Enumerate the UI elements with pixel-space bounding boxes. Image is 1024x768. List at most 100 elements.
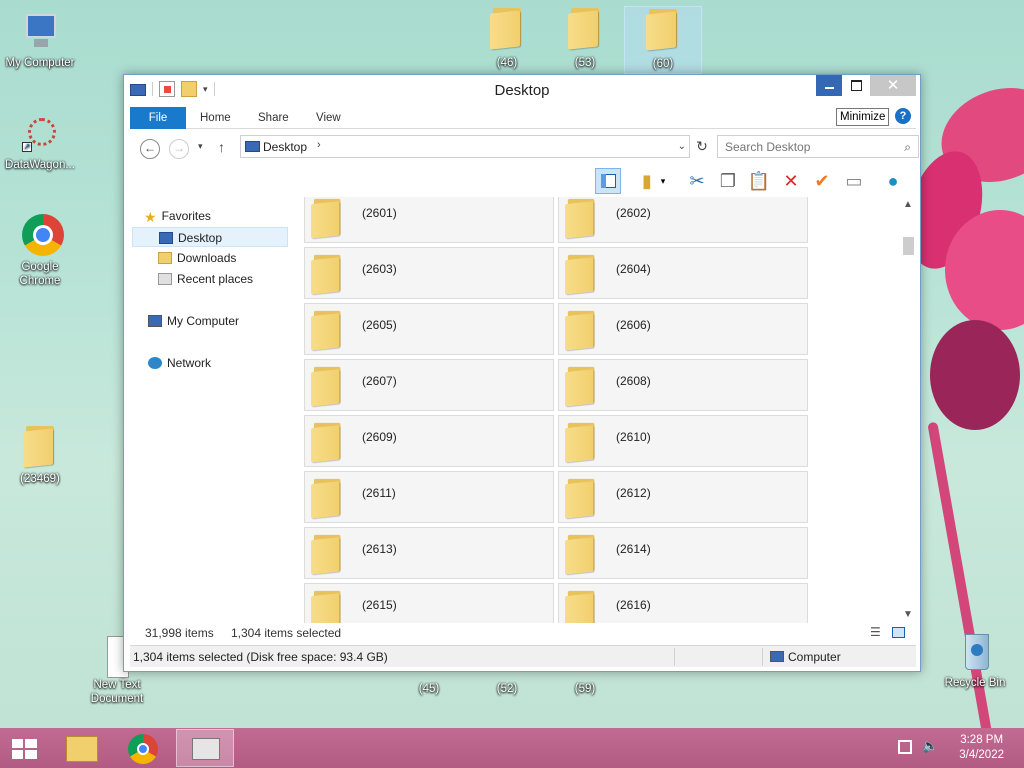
scroll-down-icon[interactable]: ▼ <box>900 607 916 623</box>
large-icons-view-icon[interactable] <box>892 627 905 638</box>
clock[interactable]: 3:28 PM 3/4/2022 <box>959 733 1004 763</box>
close-button[interactable]: ✕ <box>870 75 916 96</box>
item-count-bar: 31,998 items 1,304 items selected ☰ <box>130 623 916 643</box>
status-divider <box>674 648 675 666</box>
chrome-icon <box>18 214 64 258</box>
folder-label: (2601) <box>362 206 397 220</box>
folder-item[interactable]: (2610) <box>558 415 808 467</box>
desktop-icon-my-computer[interactable]: My Computer <box>0 10 80 70</box>
folder-item[interactable]: (2606) <box>558 303 808 355</box>
scroll-up-icon[interactable]: ▲ <box>900 197 916 213</box>
maximize-button[interactable] <box>843 75 869 96</box>
explorer-window: ▾ Desktop ✕ File Home Share View Minimiz… <box>123 74 921 672</box>
downloads-icon <box>158 252 172 264</box>
folder-icon <box>311 533 343 575</box>
folder-item[interactable]: (2603) <box>304 247 554 299</box>
status-detail: 1,304 items selected (Disk free space: 9… <box>133 650 388 664</box>
address-location[interactable]: Desktop <box>263 140 307 154</box>
toolbar: ▮ ▾ ✂ ❐ 📋 ✕ ✔ ▭ ● <box>130 165 916 195</box>
taskbar-chrome[interactable] <box>114 729 172 767</box>
folder-item[interactable]: (2607) <box>304 359 554 411</box>
folder-item[interactable]: (2615) <box>304 583 554 623</box>
rename-icon[interactable]: ▭ <box>841 168 867 194</box>
nav-desktop[interactable]: Desktop <box>132 227 288 247</box>
desktop-folder-23469[interactable]: (23469) <box>0 424 80 486</box>
folder-icon <box>565 421 597 463</box>
desktop-icon-datawagon[interactable]: ↗ DataWagon... <box>0 112 80 172</box>
volume-muted-icon[interactable]: 🔈 <box>922 738 938 754</box>
desktop-folder-46[interactable]: (46) <box>467 6 547 70</box>
nav-favorites[interactable]: ★ Favorites <box>144 206 302 226</box>
desktop-folder-53[interactable]: (53) <box>545 6 625 70</box>
move-dropdown-icon[interactable]: ▾ <box>656 168 670 194</box>
folder-item[interactable]: (2604) <box>558 247 808 299</box>
tab-view[interactable]: View <box>302 107 355 129</box>
paste-icon[interactable]: 📋 <box>746 168 772 194</box>
folder-label: (2609) <box>362 430 397 444</box>
folder-icon <box>646 7 680 51</box>
vertical-scrollbar[interactable]: ▲ ▼ <box>900 197 916 623</box>
details-view-icon[interactable]: ☰ <box>870 625 881 639</box>
clock-date: 3/4/2022 <box>959 749 1004 761</box>
forward-button[interactable]: → <box>169 139 189 159</box>
nav-recent-places[interactable]: Recent places <box>158 269 316 289</box>
recent-locations-icon[interactable]: ▾ <box>198 141 203 152</box>
help-icon[interactable]: ? <box>895 108 911 124</box>
minimize-button[interactable] <box>816 75 842 96</box>
folder-item[interactable]: (2616) <box>558 583 808 623</box>
folder-icon <box>565 477 597 519</box>
globe-icon[interactable]: ● <box>880 168 906 194</box>
back-button[interactable]: ← <box>140 139 160 159</box>
breadcrumb-chevron-icon[interactable]: › <box>317 139 321 151</box>
nav-network[interactable]: Network <box>148 353 306 373</box>
desktop-folder-59[interactable]: (59) <box>545 682 625 696</box>
search-input[interactable] <box>725 137 895 157</box>
preview-pane-icon[interactable] <box>595 168 621 194</box>
folder-item[interactable]: (2605) <box>304 303 554 355</box>
refresh-button[interactable]: ↻ <box>690 135 714 158</box>
address-dropdown-icon[interactable]: ⌄ <box>678 141 686 152</box>
folder-item[interactable]: (2602) <box>558 197 808 243</box>
taskbar-app[interactable] <box>176 729 234 767</box>
desktop-icon-google-chrome[interactable]: Google Chrome <box>0 214 80 288</box>
folder-item[interactable]: (2609) <box>304 415 554 467</box>
title-bar[interactable]: ▾ Desktop ✕ <box>124 75 920 105</box>
taskbar-file-explorer[interactable] <box>54 729 112 767</box>
search-icon[interactable]: ⌕ <box>904 140 911 155</box>
tab-share[interactable]: Share <box>244 107 303 129</box>
desktop-folder-45[interactable]: (45) <box>389 682 469 696</box>
desktop-folder-52[interactable]: (52) <box>467 682 547 696</box>
nav-downloads[interactable]: Downloads <box>158 248 316 268</box>
folder-label: (2610) <box>616 430 651 444</box>
check-icon[interactable]: ✔ <box>809 168 835 194</box>
search-box[interactable]: ⌕ <box>717 135 919 158</box>
network-icon <box>148 357 162 369</box>
desktop-icon-recycle-bin[interactable]: Recycle Bin <box>935 630 1015 690</box>
copy-icon[interactable]: ❐ <box>715 168 741 194</box>
folder-icon <box>23 424 57 468</box>
folder-item[interactable]: (2601) <box>304 197 554 243</box>
folder-label: (2611) <box>362 486 396 500</box>
network-tray-icon[interactable] <box>898 740 912 754</box>
up-arrow-icon[interactable]: ↑ <box>218 139 225 155</box>
folder-label: (2615) <box>362 598 397 612</box>
nav-my-computer[interactable]: My Computer <box>148 311 306 331</box>
address-bar[interactable]: Desktop › ⌄ <box>240 135 690 158</box>
folder-icon <box>311 477 343 519</box>
desktop-folder-60[interactable]: (60) <box>624 6 702 74</box>
folder-item[interactable]: (2608) <box>558 359 808 411</box>
tab-home[interactable]: Home <box>186 107 245 129</box>
folder-item[interactable]: (2614) <box>558 527 808 579</box>
delete-icon[interactable]: ✕ <box>778 168 804 194</box>
folder-item[interactable]: (2612) <box>558 471 808 523</box>
folder-item[interactable]: (2613) <box>304 527 554 579</box>
folder-item[interactable]: (2611) <box>304 471 554 523</box>
folder-icon <box>311 589 343 623</box>
tab-file[interactable]: File <box>130 107 186 129</box>
start-button[interactable] <box>0 729 50 767</box>
navigation-pane: ★ Favorites Desktop Downloads Recent plac… <box>130 201 290 619</box>
cut-icon[interactable]: ✂ <box>684 168 710 194</box>
scroll-thumb[interactable] <box>903 237 914 255</box>
folder-icon <box>311 253 343 295</box>
recycle-bin-icon <box>953 630 997 674</box>
